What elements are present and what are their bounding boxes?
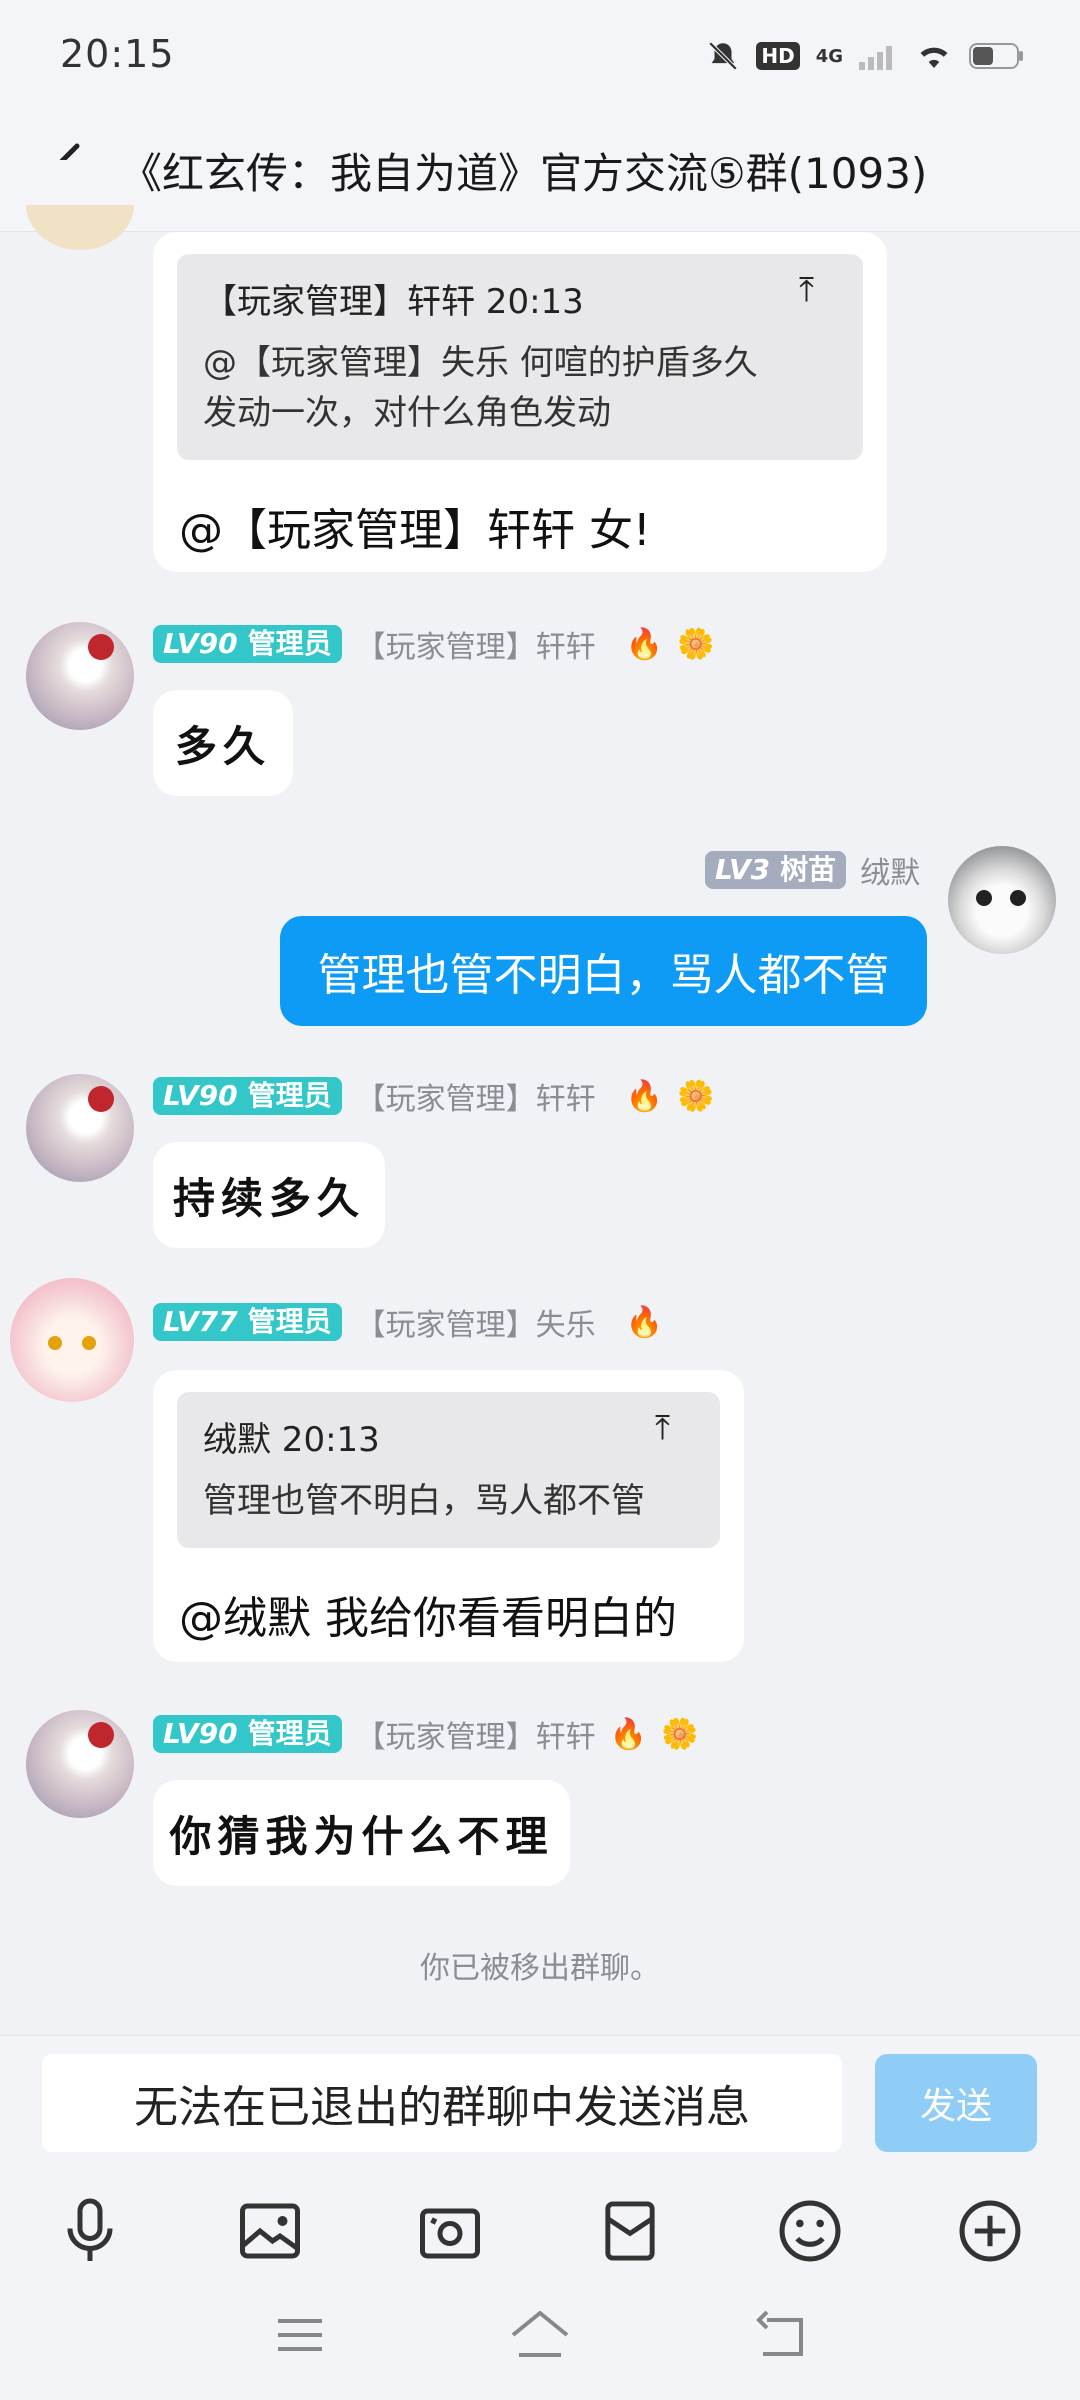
flame-icon: 🔥	[625, 1304, 663, 1340]
message-bubble[interactable]: 多久	[153, 690, 293, 796]
sender-name[interactable]: 【玩家管理】失乐	[356, 1300, 596, 1344]
level-badge: LV90 管理员	[153, 1715, 342, 1753]
status-bar: 20:15 HD 4G	[0, 0, 1080, 110]
level-badge: LV90 管理员	[153, 625, 342, 663]
flower-badge-icon: 🌼	[677, 626, 715, 662]
sender-meta: LV3 树苗 绒默	[705, 848, 920, 892]
chat-header: 《红玄传：我自为道》官方交流⑤群(1093)	[0, 110, 1080, 232]
microphone-icon[interactable]	[45, 2186, 135, 2276]
message-bubble[interactable]: 【玩家管理】轩轩 20:13 ⤒ @【玩家管理】失乐 何喧的护盾多久 发动一次，…	[153, 232, 887, 572]
message-text: 你猜我为什么不理	[169, 1811, 554, 1861]
home-icon[interactable]	[500, 2300, 580, 2370]
avatar[interactable]	[10, 1278, 134, 1402]
flame-icon: 🔥	[625, 626, 663, 662]
quoted-message[interactable]: 【玩家管理】轩轩 20:13 ⤒ @【玩家管理】失乐 何喧的护盾多久 发动一次，…	[177, 254, 863, 460]
sender-meta: LV90 管理员 【玩家管理】轩轩 🔥 🌼	[153, 1074, 714, 1118]
sender-meta: LV77 管理员 【玩家管理】失乐 🔥	[153, 1300, 663, 1344]
quoted-message[interactable]: 绒默 20:13 ⤒ 管理也管不明白，骂人都不管	[177, 1392, 720, 1548]
wifi-icon	[920, 47, 948, 68]
avatar[interactable]	[26, 1074, 134, 1182]
flower-badge-icon: 🌼	[661, 1716, 699, 1752]
jump-to-quote-icon[interactable]: ⤒	[799, 270, 814, 310]
message-bubble[interactable]: 你猜我为什么不理	[153, 1780, 570, 1886]
avatar[interactable]	[26, 622, 134, 730]
message-text: 管理也管不明白，骂人都不管	[317, 950, 890, 1001]
quote-body: 发动一次，对什么角色发动	[203, 393, 611, 433]
signal-icon	[859, 46, 892, 70]
sender-name[interactable]: 【玩家管理】轩轩	[356, 1712, 596, 1756]
image-icon[interactable]	[225, 2186, 315, 2276]
message-text: 多久	[174, 721, 271, 771]
jump-to-quote-icon[interactable]: ⤒	[655, 1408, 670, 1448]
sender-meta: LV90 管理员 【玩家管理】轩轩 🔥 🌼	[153, 622, 714, 666]
message-input[interactable]: 无法在已退出的群聊中发送消息	[42, 2054, 842, 2152]
flame-icon: 🔥	[609, 1716, 647, 1752]
hd-icon: HD	[756, 42, 800, 70]
message-bubble[interactable]: 绒默 20:13 ⤒ 管理也管不明白，骂人都不管 @绒默 我给你看看明白的	[153, 1370, 744, 1662]
back-nav-icon[interactable]	[740, 2300, 820, 2370]
send-button[interactable]: 发送	[875, 2054, 1037, 2152]
quote-body: 管理也管不明白，骂人都不管	[203, 1481, 645, 1521]
avatar[interactable]	[26, 160, 134, 250]
sender-meta: LV90 管理员 【玩家管理】轩轩 🔥 🌼	[153, 1712, 698, 1756]
battery-icon	[969, 43, 1023, 69]
sender-name[interactable]: 绒默	[860, 848, 920, 892]
red-packet-icon[interactable]	[585, 2186, 675, 2276]
flower-badge-icon: 🌼	[677, 1078, 715, 1114]
flame-icon: 🔥	[625, 1078, 663, 1114]
system-notice: 你已被移出群聊。	[420, 1951, 660, 1986]
message-bubble[interactable]: 持续多久	[153, 1142, 385, 1248]
quote-author: 绒默 20:13	[203, 1420, 380, 1460]
message-text: @绒默 我给你看看明白的	[179, 1593, 677, 1644]
status-icons: HD 4G	[706, 36, 1025, 76]
avatar[interactable]	[26, 1710, 134, 1818]
level-badge: LV77 管理员	[153, 1303, 342, 1341]
quote-author: 【玩家管理】轩轩 20:13	[203, 282, 584, 322]
level-badge: LV90 管理员	[153, 1077, 342, 1115]
message-bubble-sent[interactable]: 管理也管不明白，骂人都不管	[280, 916, 927, 1026]
camera-icon[interactable]	[405, 2186, 495, 2276]
menu-icon[interactable]	[260, 2300, 340, 2370]
page-title: 《红玄传：我自为道》官方交流⑤群(1093)	[120, 149, 928, 198]
emoji-icon[interactable]	[765, 2186, 855, 2276]
status-time: 20:15	[60, 32, 175, 76]
message-text: 持续多久	[172, 1173, 365, 1223]
mute-bell-icon	[709, 41, 738, 71]
sender-name[interactable]: 【玩家管理】轩轩	[356, 1074, 596, 1118]
message-text: @【玩家管理】轩轩 女!	[179, 505, 651, 556]
plus-icon[interactable]	[945, 2186, 1035, 2276]
avatar[interactable]	[948, 846, 1056, 954]
quote-body: @【玩家管理】失乐 何喧的护盾多久	[203, 343, 758, 383]
sender-name[interactable]: 【玩家管理】轩轩	[356, 622, 596, 666]
level-badge: LV3 树苗	[705, 851, 847, 889]
network-type: 4G	[815, 45, 843, 67]
